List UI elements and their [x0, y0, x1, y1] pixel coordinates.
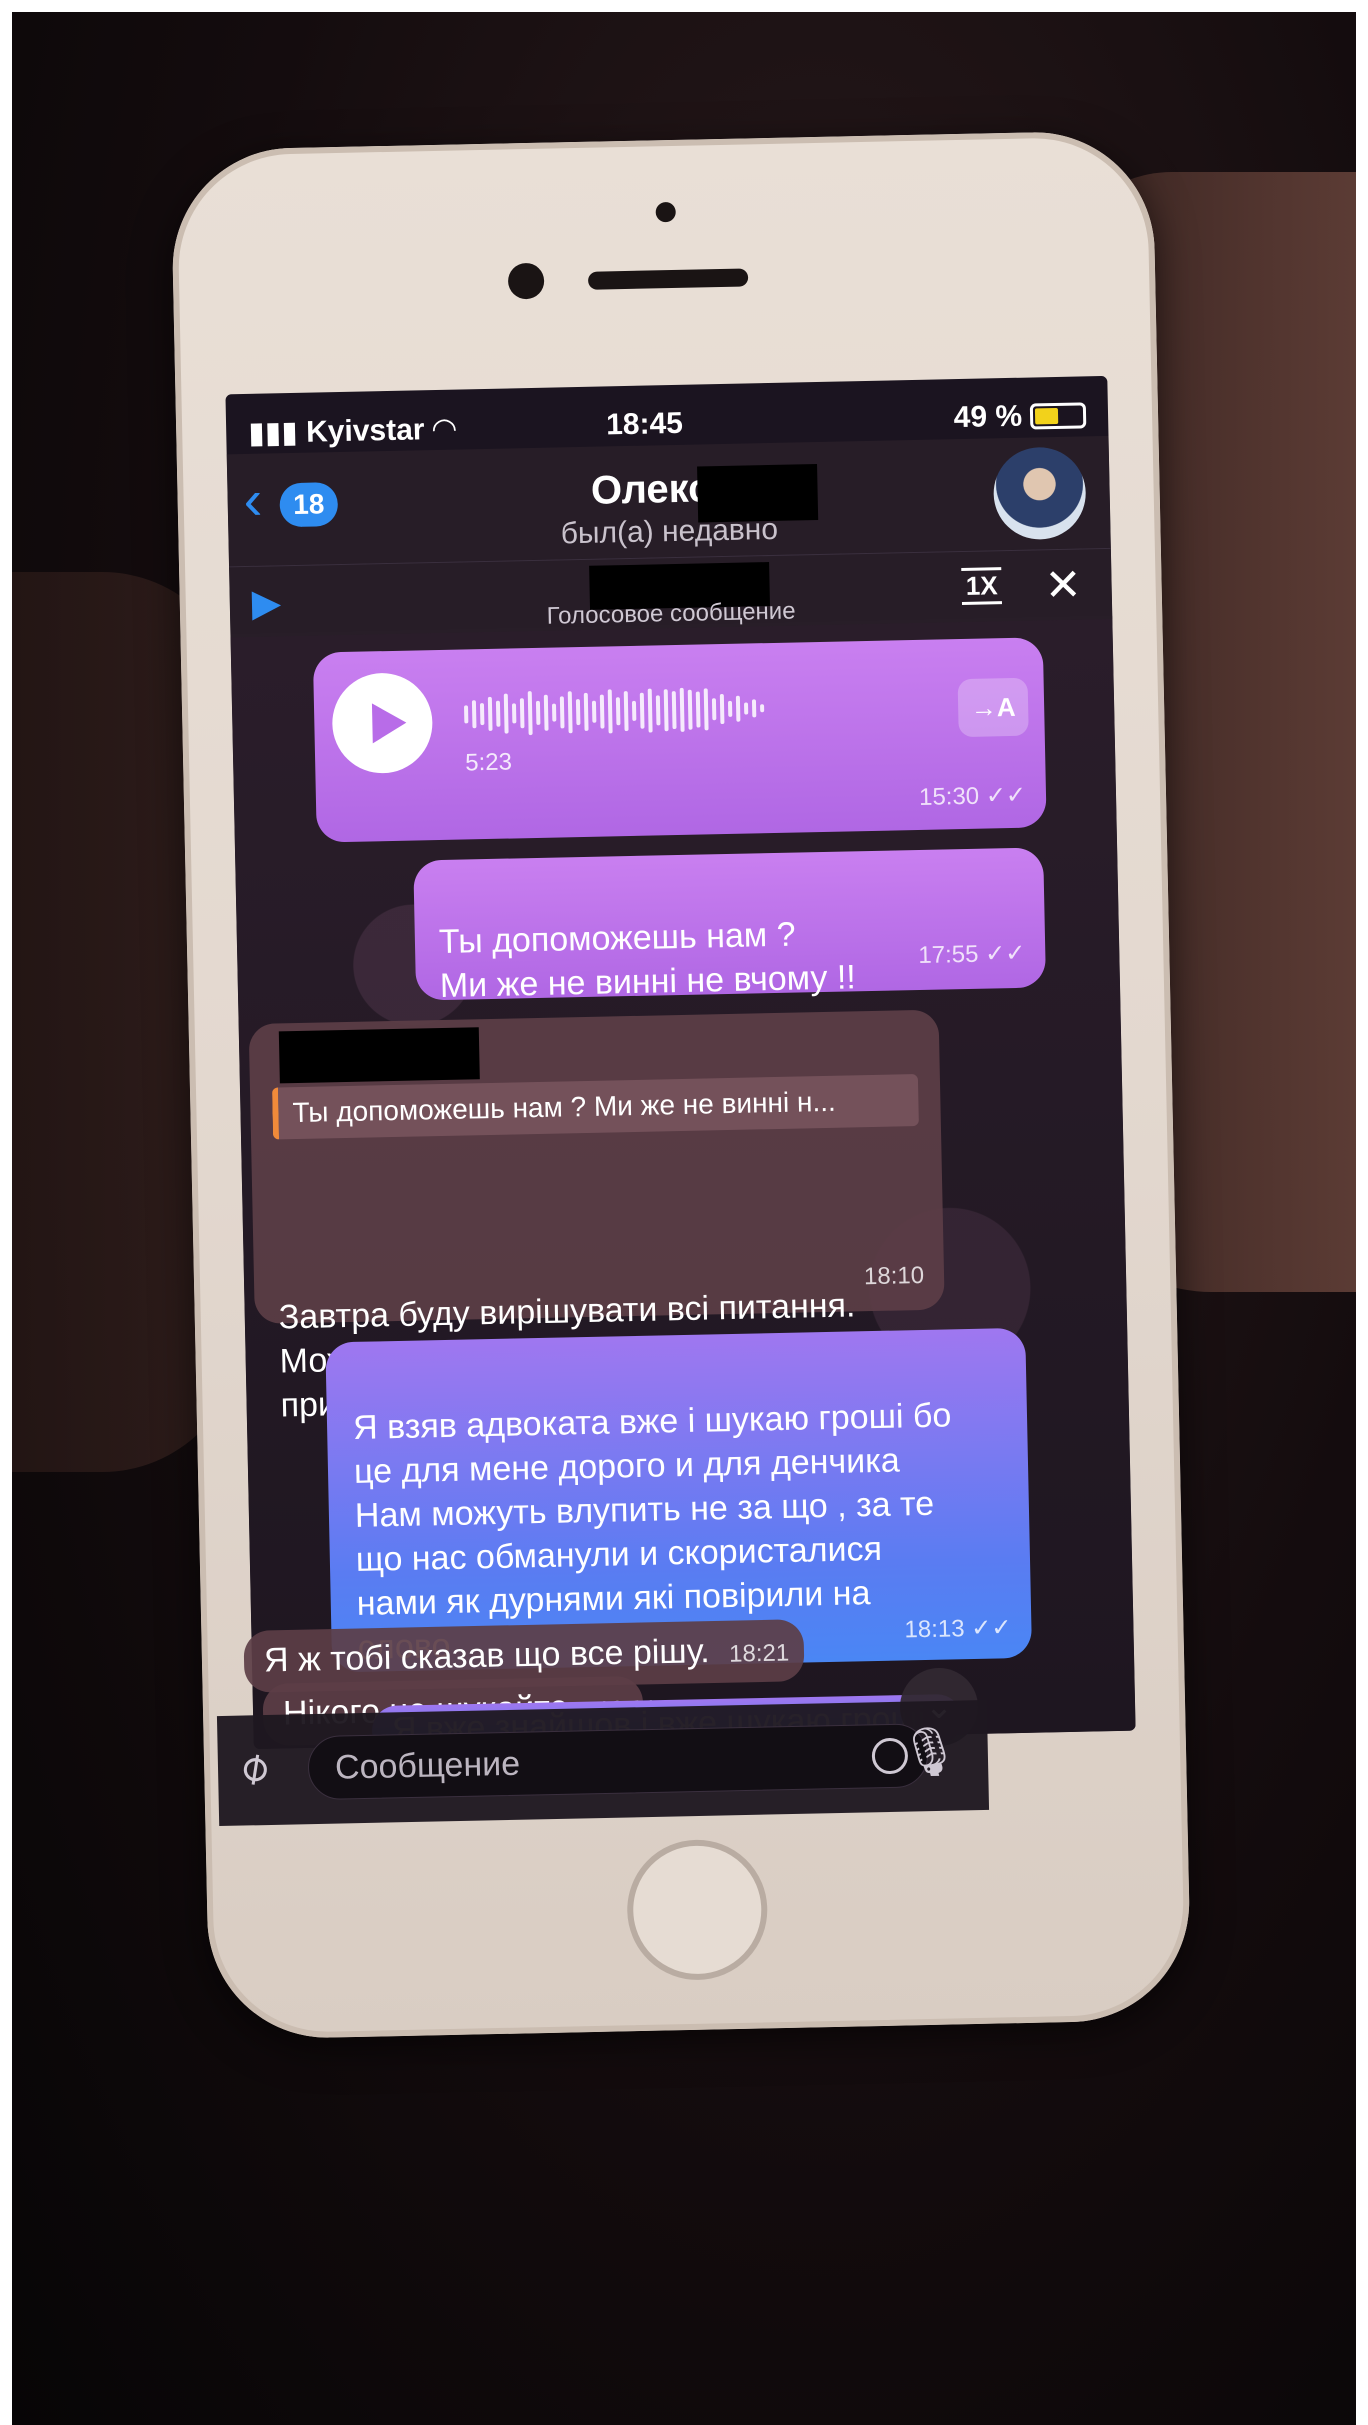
outgoing-message-bubble[interactable]: Ты допоможешь нам ? Ми же не винні не вч…	[413, 847, 1047, 1005]
play-icon[interactable]	[331, 672, 434, 775]
microphone-icon[interactable]: 🎙	[898, 1723, 960, 1781]
message-input[interactable]	[307, 1723, 929, 1801]
battery-icon	[1029, 402, 1087, 430]
incoming-reply-bubble[interactable]: Ты допоможешь нам ? Ми же не винні н... …	[248, 1009, 945, 1424]
battery-percent: 49 %	[953, 399, 1023, 435]
message-time: 18:10	[863, 1261, 925, 1291]
signal-icon: ▮▮▮	[247, 415, 299, 450]
close-icon[interactable]: ✕	[1044, 560, 1082, 612]
carrier-name: Kyivstar	[305, 413, 425, 449]
status-time: 18:45	[605, 406, 684, 442]
incoming-message-bubble[interactable]: Я ж тобі сказав що все рішу. 18:21	[243, 1619, 805, 1693]
message-text: Ты допоможешь нам ? Ми же не винні не вч…	[438, 915, 857, 1006]
battery-fill	[1034, 407, 1058, 425]
voice-duration: 5:23	[464, 748, 513, 777]
transcribe-button[interactable]: →A	[957, 677, 1029, 738]
status-carrier: ▮▮▮ Kyivstar ◠	[248, 412, 456, 451]
redaction-box	[278, 1027, 480, 1084]
message-time: 18:13 ✓✓	[904, 1614, 1012, 1644]
front-camera	[507, 262, 545, 300]
read-check-icon: ✓✓	[985, 781, 1027, 810]
message-text: Я ж тобі сказав що все рішу.	[263, 1632, 711, 1680]
proximity-sensor	[655, 201, 676, 223]
message-time: 17:55 ✓✓	[918, 939, 1026, 969]
read-check-icon: ✓✓	[970, 1614, 1012, 1643]
playback-speed-button[interactable]: 1X	[961, 567, 1003, 606]
message-time: 18:21	[728, 1639, 790, 1668]
voice-message-bubble[interactable]: 5:23 →A 15:30 ✓✓	[312, 637, 1047, 843]
read-check-icon: ✓✓	[984, 939, 1026, 968]
status-battery: 49 %	[953, 398, 1087, 435]
chat-header: ‹ 18 Олексій был(а) недавно	[226, 435, 1111, 567]
earpiece-speaker	[587, 268, 749, 290]
home-button[interactable]	[625, 1838, 769, 1982]
photo-background: ▮▮▮ Kyivstar ◠ 18:45 49 % ‹ 18 Олексій б…	[12, 12, 1356, 2425]
wifi-icon: ◠	[432, 412, 457, 447]
message-input-bar: ⌀ 🎙	[216, 1699, 990, 1827]
paperclip-icon[interactable]: ⌀	[228, 1738, 280, 1795]
message-time: 15:30 ✓✓	[918, 781, 1027, 811]
phone-screen: ▮▮▮ Kyivstar ◠ 18:45 49 % ‹ 18 Олексій б…	[225, 375, 1136, 1750]
voice-waveform[interactable]	[464, 683, 765, 739]
reply-quote[interactable]: Ты допоможешь нам ? Ми же не винні н...	[271, 1074, 919, 1140]
